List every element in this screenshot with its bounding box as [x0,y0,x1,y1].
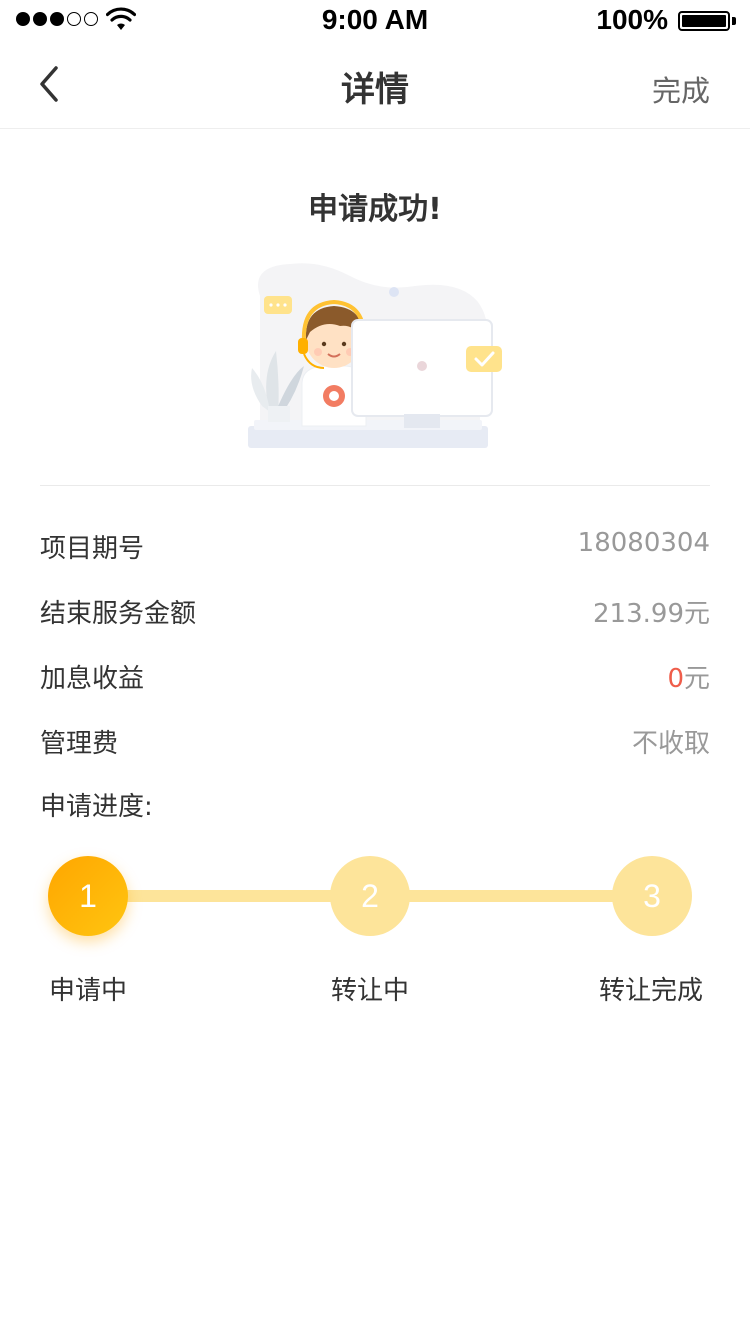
progress-step-label: 转让完成 [598,976,703,1006]
info-row-end-service-amount: 结束服务金额 213.99元 [40,593,710,633]
battery-percentage: 100% [596,4,668,35]
progress-step-label: 申请中 [48,976,127,1006]
info-value: 18080304 [577,528,710,558]
info-row-project-number: 项目期号 18080304 [40,528,710,568]
info-label: 加息收益 [40,664,145,694]
progress-label: 申请进度: [40,792,153,822]
status-bar: 9:00 AM 100% [0,0,750,40]
info-value: 213.99元 [593,599,710,629]
interest-unit: 元 [683,664,710,694]
info-label: 管理费 [40,729,119,759]
customer-service-illustration [248,263,502,448]
success-title: 申请成功! [308,192,442,227]
battery-icon [678,11,736,31]
info-value: 0元 [667,658,710,695]
interest-amount: 0 [667,664,684,694]
progress-step-1: 1 [48,856,128,936]
progress-step-3: 3 [612,856,692,936]
info-label: 项目期号 [40,534,145,564]
nav-bar: 详情 完成 [0,40,750,129]
page: 9:00 AM 100% 详情 完成 申请成功! 项目期号 18080304 结… [0,0,750,1334]
page-title: 详情 [341,70,409,110]
info-row-management-fee: 管理费 不收取 [40,723,710,763]
info-value: 不收取 [631,729,710,759]
done-button[interactable]: 完成 [652,68,710,110]
divider [40,485,710,486]
progress-step-2: 2 [330,856,410,936]
info-label: 结束服务金额 [40,599,197,629]
progress-step-label: 转让中 [330,976,409,1006]
info-row-interest-bonus: 加息收益 0元 [40,658,710,698]
